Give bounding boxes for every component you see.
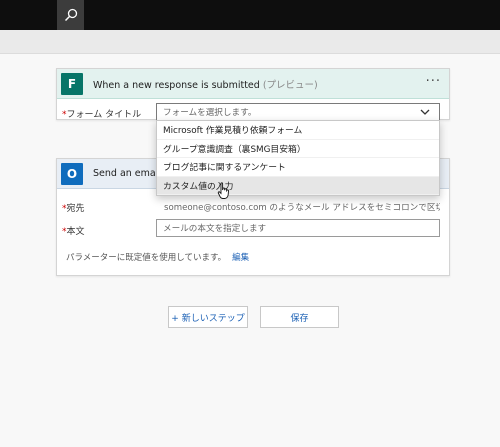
edit-link[interactable]: 編集 <box>232 253 249 263</box>
dropdown-option[interactable]: ブログ記事に関するアンケート <box>157 158 439 177</box>
form-title-label: *フォーム タイトル <box>62 110 142 120</box>
to-row: *宛先 <box>62 201 154 214</box>
form-dropdown-list: Microsoft 作業見積り依頼フォーム グループ意識調査（裏SMG目安箱） … <box>156 120 440 196</box>
form-title-select[interactable]: フォームを選択します。 <box>156 103 440 121</box>
outlook-logo-icon: O <box>61 162 83 185</box>
search-button[interactable] <box>57 0 84 30</box>
new-step-button[interactable]: + 新しいステップ <box>168 306 248 328</box>
to-label: *宛先 <box>62 204 85 214</box>
dropdown-option[interactable]: Microsoft 作業見積り依頼フォーム <box>157 121 439 140</box>
search-icon <box>64 8 77 22</box>
form-title-placeholder: フォームを選択します。 <box>163 108 257 118</box>
forms-logo-icon: F <box>61 72 83 95</box>
note-text: パラメーターに既定値を使用しています。 <box>66 253 227 263</box>
action-title: Send an email <box>93 168 162 179</box>
ellipsis-icon[interactable]: ··· <box>426 75 441 88</box>
command-bar <box>0 30 500 54</box>
to-placeholder: someone@contoso.com のようなメール アドレスをセミコロンで区… <box>164 203 440 213</box>
dropdown-option[interactable]: グループ意識調査（裏SMG目安箱） <box>157 140 439 158</box>
trigger-title-suffix: (プレビュー) <box>262 79 318 91</box>
trigger-card-header[interactable]: F When a new response is submitted (プレビュ… <box>57 69 449 99</box>
body-label: *本文 <box>62 227 85 237</box>
default-params-note: パラメーターに既定値を使用しています。 編集 <box>66 251 249 263</box>
dropdown-option-custom-value[interactable]: カスタム値の入力 <box>157 176 439 195</box>
hand-cursor-icon <box>217 182 229 199</box>
to-input[interactable]: someone@contoso.com のようなメール アドレスをセミコロンで区… <box>156 198 440 216</box>
body-row: *本文 <box>62 224 154 237</box>
form-title-row: *フォーム タイトル <box>62 107 154 120</box>
chevron-down-icon <box>420 109 430 115</box>
trigger-title: When a new response is submitted (プレビュー) <box>93 79 318 91</box>
top-bar <box>0 0 500 30</box>
save-button[interactable]: 保存 <box>260 306 339 328</box>
body-input[interactable]: メールの本文を指定します <box>156 219 440 237</box>
body-placeholder: メールの本文を指定します <box>163 224 267 234</box>
